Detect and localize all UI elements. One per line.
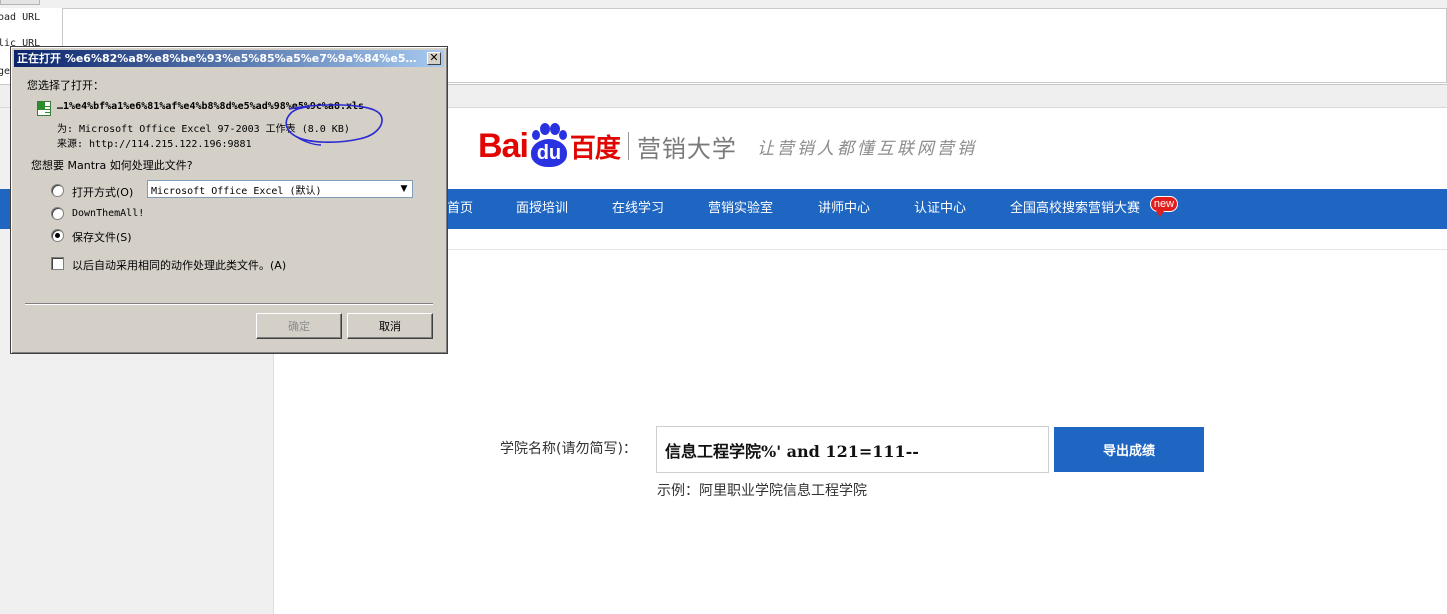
open-with-value: Microsoft Office Excel (默认) [151,186,322,197]
open-with-select[interactable]: Microsoft Office Excel (默认) ▼ [147,180,413,198]
dialog-file-type: 为: Microsoft Office Excel 97-2003 工作表 (8… [57,124,350,135]
nav-item-online-learning[interactable]: 在线学习 [612,189,664,229]
nav-item-contest[interactable]: 全国高校搜索营销大赛 [1010,189,1140,229]
auto-action-checkbox[interactable] [51,257,64,270]
new-badge: new [1150,196,1178,217]
dialog-chosen-label: 您选择了打开： [27,79,104,92]
dialog-question: 您想要 Mantra 如何处理此文件? [31,159,193,172]
browser-tab-stub[interactable] [0,0,40,5]
save-file-radio[interactable] [51,229,64,242]
open-with-radio[interactable] [51,184,64,197]
dialog-title: 正在打开 %e6%82%a8%e8%be%93%e5%85%a5%e7%9a%8… [17,52,422,65]
example-hint: 示例：阿里职业学院信息工程学院 [657,483,867,499]
content-divider [274,249,1447,250]
save-file-label[interactable]: 保存文件(S) [72,229,132,245]
downthemall-radio[interactable] [51,207,64,220]
nav-item-certification[interactable]: 认证中心 [914,189,966,229]
college-name-input[interactable] [656,426,1049,473]
logo-divider [627,132,629,160]
nav-item-lecturer-center[interactable]: 讲师中心 [818,189,870,229]
open-with-label[interactable]: 打开方式(O) [72,184,133,200]
ok-button[interactable]: 确定 [256,313,342,339]
dialog-title-bar[interactable]: 正在打开 %e6%82%a8%e8%be%93%e5%85%a5%e7%9a%8… [14,50,444,67]
left-label-misc: ge [0,66,11,77]
dialog-file-source: 来源: http://114.215.122.196:9881 [57,139,252,150]
logo-slogan: 让营销人都懂互联网营销 [756,138,977,159]
logo-school-name: 营销大学 [636,134,737,163]
chevron-down-icon[interactable]: ▼ [396,181,412,197]
logo-baidu-chinese: 百度 [569,133,621,164]
college-name-label: 学院名称(请勿简写)： [500,441,637,457]
dialog-filename: …1%e4%bf%a1%e6%81%af%e4%b8%8d%e5%ad%98%e… [57,101,365,112]
export-grades-button[interactable]: 导出成绩 [1054,427,1204,472]
downthemall-label[interactable]: DownThemAll! [72,208,144,219]
logo-bai-text: Bai [478,126,529,165]
nav-item-offline-training[interactable]: 面授培训 [516,189,568,229]
left-label-download-url: oad URL [0,12,41,23]
baidu-marketing-logo[interactable]: Bai du 百度 营销大学 让营销人都懂互联网营销 [478,120,977,172]
nav-item-home[interactable]: 首页 [447,189,473,229]
logo-du-text: du [530,139,567,167]
browser-top-strip [0,0,1447,8]
excel-file-icon [37,101,51,116]
dialog-separator [25,303,433,305]
download-dialog: 正在打开 %e6%82%a8%e8%be%93%e5%85%a5%e7%9a%8… [10,46,448,354]
close-icon[interactable]: ✕ [427,52,441,65]
nav-item-marketing-lab[interactable]: 营销实验室 [708,189,773,229]
auto-action-label[interactable]: 以后自动采用相同的动作处理此类文件。(A) [72,257,286,273]
cancel-button[interactable]: 取消 [347,313,433,339]
baidu-paw-icon: du [529,122,569,170]
